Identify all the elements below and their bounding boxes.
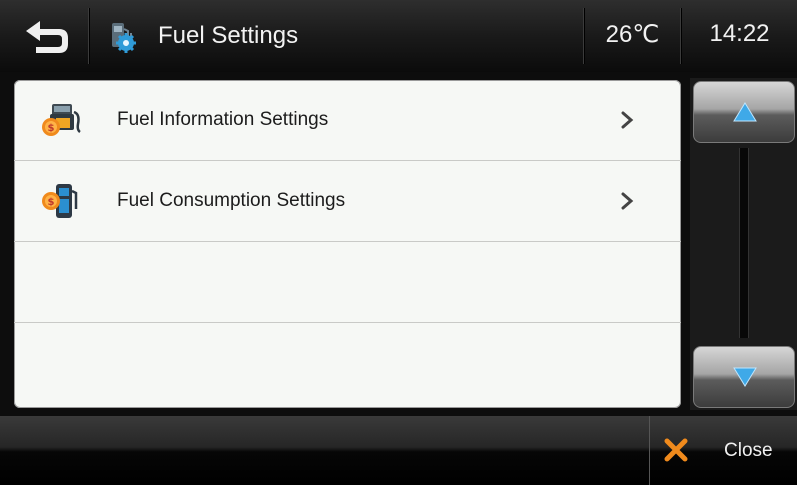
back-button[interactable]: [18, 16, 78, 58]
list-item-empty: [14, 242, 681, 323]
title-group: Fuel Settings: [106, 18, 298, 54]
header-divider: [680, 8, 681, 64]
arrow-down-icon: [733, 367, 757, 387]
close-button[interactable]: Close: [649, 416, 797, 485]
svg-text:$: $: [48, 123, 55, 134]
list-item-fuel-consumption[interactable]: $ Fuel Consumption Settings: [14, 161, 681, 242]
bottom-bar: Close: [0, 416, 797, 485]
close-label: Close: [724, 440, 773, 461]
svg-text:$: $: [48, 197, 55, 208]
settings-list: $ Fuel Information Settings $ Fuel Consu…: [14, 80, 681, 408]
header-bar: Fuel Settings 26℃ 14:22: [0, 0, 797, 72]
page-title: Fuel Settings: [158, 22, 299, 49]
arrow-up-icon: [733, 102, 757, 122]
list-item-label: Fuel Consumption Settings: [117, 190, 346, 211]
header-divider: [583, 8, 584, 64]
fuel-pump-icon: $: [42, 184, 78, 218]
list-item-fuel-information[interactable]: $ Fuel Information Settings: [14, 80, 681, 161]
clock: 14:22: [709, 20, 770, 47]
close-x-icon: [664, 438, 688, 462]
scroll-track[interactable]: [739, 148, 749, 338]
list-item-empty: [14, 323, 681, 404]
chevron-right-icon: [621, 192, 634, 210]
fuel-settings-icon: [112, 23, 136, 53]
scroll-down-button[interactable]: [693, 346, 795, 408]
temperature-readout: 26℃: [605, 21, 660, 48]
list-item-label: Fuel Information Settings: [117, 109, 329, 130]
scroll-up-button[interactable]: [693, 81, 795, 143]
scroll-column: [690, 78, 797, 410]
fuel-information-icon: $: [42, 104, 81, 136]
back-arrow-icon: [26, 21, 68, 53]
header-divider: [88, 8, 89, 64]
chevron-right-icon: [621, 111, 634, 129]
